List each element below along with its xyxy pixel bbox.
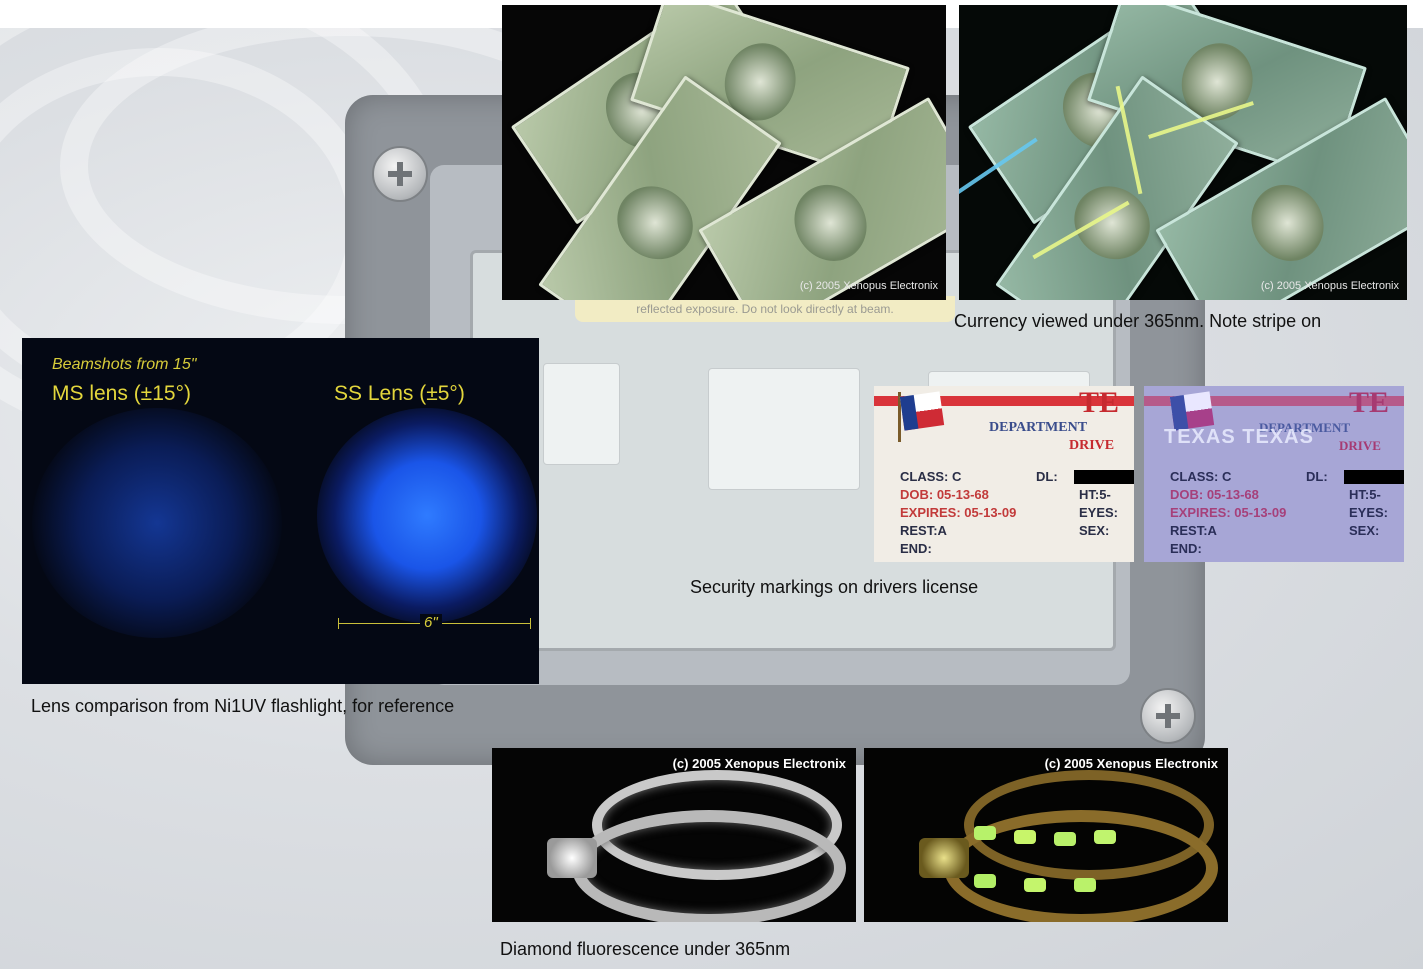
license-dob: DOB: 05-13-68 [1170, 487, 1259, 502]
currency-normal-watermark: (c) 2005 Xenopus Electronix [799, 280, 938, 292]
redaction-bar [1344, 470, 1404, 484]
license-uv-photo: TE DEPARTMENT DRIVE TEXAS TEXAS CLASS: C… [1144, 386, 1404, 562]
license-dob: DOB: 05-13-68 [900, 487, 989, 502]
scale-label: 6" [420, 614, 442, 631]
license-expires: EXPIRES: 05-13-09 [1170, 505, 1287, 520]
uv-texas-marking: TEXAS TEXAS [1164, 426, 1314, 448]
license-driver: DRIVE [1339, 438, 1381, 453]
diamond-setting [919, 838, 969, 878]
redaction-bar [1074, 470, 1134, 484]
license-driver: DRIVE [1069, 438, 1115, 453]
license-height: HT:5- [1349, 487, 1381, 502]
currency-normal-photo: (c) 2005 Xenopus Electronix [502, 5, 946, 300]
currency-caption: Currency viewed under 365nm. Note stripe… [954, 311, 1322, 331]
fluorescent-stone [1094, 830, 1116, 844]
rings-normal-watermark: (c) 2005 Xenopus Electronix [672, 756, 846, 771]
beamshot-photo: Beamshots from 15" MS lens (±15°) SS Len… [22, 338, 539, 684]
fluorescent-stone [1014, 830, 1036, 844]
beamshot-heading: Beamshots from 15" [52, 356, 197, 373]
license-end: END: [1170, 541, 1202, 556]
ss-lens-label: SS Lens (±5°) [334, 382, 465, 405]
license-class: CLASS: C [900, 469, 962, 484]
screw-icon [1140, 688, 1196, 744]
rings-uv-watermark: (c) 2005 Xenopus Electronix [1044, 756, 1218, 771]
license-eyes: EYES: [1079, 505, 1119, 520]
scale-bar-tick [530, 618, 531, 629]
currency-uv-photo: (c) 2005 Xenopus Electronix [959, 5, 1407, 300]
fluorescent-stone [974, 874, 996, 888]
license-state: TE [1079, 386, 1120, 419]
license-height: HT:5- [1079, 487, 1111, 502]
ring-band [572, 810, 846, 922]
diamond-setting [547, 838, 597, 878]
fluorescent-stone [1024, 878, 1046, 892]
license-eyes: EYES: [1349, 505, 1389, 520]
license-caption: Security markings on drivers license [690, 577, 979, 597]
license-end: END: [900, 541, 932, 556]
license-state: TE [1349, 386, 1390, 419]
fluorescent-stone [974, 826, 996, 840]
license-sex: SEX: [1079, 523, 1110, 538]
rings-normal-photo: (c) 2005 Xenopus Electronix [492, 748, 856, 922]
license-sex: SEX: [1349, 523, 1380, 538]
screw-icon [372, 146, 428, 202]
license-dl-label: DL: [1036, 469, 1058, 484]
beamshot-caption: Lens comparison from Ni1UV flashlight, f… [31, 696, 455, 716]
scale-bar-tick [338, 618, 339, 629]
license-expires: EXPIRES: 05-13-09 [900, 505, 1017, 520]
ss-beam-spot [317, 408, 537, 623]
license-normal-photo: TE DEPARTMENT DRIVE CLASS: C DL: DOB: 05… [874, 386, 1134, 562]
rings-caption: Diamond fluorescence under 365nm [500, 939, 791, 959]
led-pad [708, 368, 860, 490]
license-rest: REST:A [900, 523, 947, 538]
texas-flag-icon [1169, 391, 1215, 431]
license-dl-label: DL: [1306, 469, 1328, 484]
license-class: CLASS: C [1170, 469, 1232, 484]
fluorescent-stone [1074, 878, 1096, 892]
currency-uv-watermark: (c) 2005 Xenopus Electronix [1260, 280, 1399, 292]
rings-uv-photo: (c) 2005 Xenopus Electronix [864, 748, 1228, 922]
fluorescent-stone [1054, 832, 1076, 846]
ms-beam-spot [32, 408, 282, 638]
ms-lens-label: MS lens (±15°) [52, 382, 191, 405]
texas-flag-icon [899, 391, 945, 431]
license-dept: DEPARTMENT [989, 420, 1088, 435]
led-pad [543, 363, 620, 465]
license-rest: REST:A [1170, 523, 1217, 538]
